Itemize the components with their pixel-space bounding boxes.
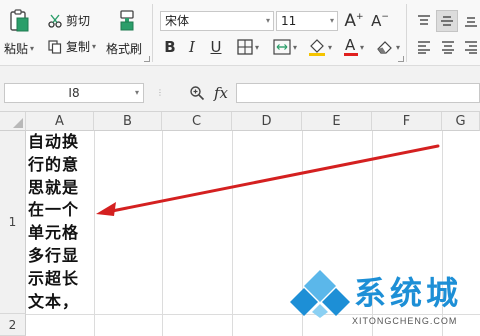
chevron-down-icon[interactable]: ▾ [396, 43, 400, 52]
italic-button[interactable]: I [182, 36, 202, 58]
align-center-icon [442, 41, 454, 54]
font-size-value: 11 [281, 14, 297, 28]
font-color-button[interactable]: A ▾ [338, 36, 370, 58]
fill-bucket-icon [308, 39, 325, 56]
align-middle-button[interactable] [436, 10, 458, 32]
column-header-a[interactable]: A [26, 112, 94, 131]
copy-label: 复制 [66, 40, 91, 54]
divider [152, 4, 153, 62]
align-left-button[interactable] [414, 36, 434, 58]
underline-button[interactable]: U [206, 36, 226, 58]
formula-bar: I8 ▾ ⋮ fx [0, 66, 480, 112]
chevron-down-icon[interactable]: ▾ [92, 42, 96, 51]
merge-cells-icon [273, 39, 291, 55]
decrease-font-icon: A [371, 12, 382, 30]
align-right-icon [465, 41, 477, 54]
row-header-1[interactable]: 1 [0, 131, 26, 314]
chevron-down-icon[interactable]: ▾ [293, 43, 297, 52]
underline-icon: U [210, 38, 222, 56]
gridline [232, 131, 233, 336]
italic-icon: I [189, 38, 195, 56]
copy-icon [48, 39, 62, 54]
font-dialog-launcher[interactable] [398, 56, 404, 62]
bold-icon: B [164, 38, 176, 56]
increase-font-button[interactable]: A + [344, 10, 364, 32]
align-top-icon [418, 15, 430, 25]
format-painter-label: 格式刷 [106, 42, 143, 56]
format-painter-icon-button[interactable] [114, 8, 140, 34]
clipboard-dialog-launcher[interactable] [144, 56, 150, 62]
column-header-b[interactable]: B [94, 112, 162, 131]
column-header-c[interactable]: C [162, 112, 232, 131]
column-header-f[interactable]: F [372, 112, 442, 131]
eraser-icon [377, 41, 392, 54]
borders-icon [237, 39, 253, 55]
fx-icon: fx [213, 84, 228, 102]
zoom-formula-button[interactable] [186, 82, 208, 104]
row-header-2[interactable]: 2 [0, 314, 26, 336]
chevron-down-icon[interactable]: ▾ [135, 84, 139, 102]
align-right-button[interactable] [462, 36, 480, 58]
select-all-icon [13, 118, 23, 128]
format-painter-icon [120, 10, 134, 31]
diamond-logo-icon [290, 270, 350, 318]
name-box-value: I8 [68, 86, 80, 100]
chevron-down-icon[interactable]: ▾ [266, 12, 270, 30]
cell-a1[interactable]: 自动换行的意思就是在一个单元格多行显示超长文本， [28, 131, 90, 313]
gridline [94, 131, 95, 336]
cut-button[interactable]: 剪切 [48, 12, 90, 29]
cut-label: 剪切 [66, 14, 91, 28]
clear-button[interactable]: ▾ [372, 36, 404, 58]
bold-button[interactable]: B [160, 36, 180, 58]
format-painter-button[interactable]: 格式刷 [106, 40, 142, 57]
ribbon-toolbar: 粘贴 ▾ 剪切 复制 ▾ 格式刷 宋体 ▾ 11 ▾ A + A − B I U… [0, 0, 480, 66]
align-middle-icon [441, 16, 453, 26]
name-box[interactable]: I8 ▾ [4, 83, 144, 103]
merge-cells-button[interactable]: ▾ [270, 36, 300, 58]
chevron-down-icon[interactable]: ▾ [328, 43, 332, 52]
column-header-g[interactable]: G [442, 112, 480, 131]
borders-button[interactable]: ▾ [232, 36, 264, 58]
font-name-value: 宋体 [165, 14, 190, 28]
divider [406, 4, 407, 62]
chevron-down-icon[interactable]: ▾ [255, 43, 259, 52]
align-bottom-button[interactable] [462, 10, 480, 32]
font-size-select[interactable]: 11 ▾ [276, 11, 338, 31]
paste-label: 粘贴 [4, 42, 29, 56]
chevron-down-icon[interactable]: ▾ [30, 44, 34, 53]
paste-label-wrap[interactable]: 粘贴 ▾ [4, 40, 34, 57]
insert-function-button[interactable]: fx [210, 82, 232, 104]
copy-button[interactable]: 复制 ▾ [48, 38, 96, 55]
paste-icon [10, 9, 29, 32]
font-name-select[interactable]: 宋体 ▾ [160, 11, 274, 31]
align-center-button[interactable] [438, 36, 458, 58]
decrease-font-button[interactable]: A − [370, 10, 390, 32]
paste-button[interactable] [6, 8, 32, 34]
font-color-icon: A [344, 36, 356, 54]
select-all-corner[interactable] [0, 112, 26, 131]
formula-input[interactable] [236, 83, 480, 103]
align-bottom-icon [465, 17, 477, 27]
column-header-d[interactable]: D [232, 112, 302, 131]
gridline [162, 131, 163, 336]
chevron-down-icon[interactable]: ▾ [330, 12, 334, 30]
watermark-url: XITONGCHENG.COM [352, 316, 458, 326]
increase-font-icon: A [344, 11, 357, 31]
align-top-button[interactable] [414, 10, 434, 32]
drag-handle-icon[interactable]: ⋮ [156, 88, 164, 97]
watermark-brand: 系统城 [354, 274, 463, 312]
magnifier-icon [190, 86, 205, 101]
watermark: 系统城 XITONGCHENG.COM [288, 264, 478, 334]
fill-color-button[interactable]: ▾ [304, 36, 336, 58]
scissors-icon [48, 14, 62, 28]
align-left-icon [418, 41, 430, 54]
chevron-down-icon[interactable]: ▾ [360, 43, 364, 52]
column-header-e[interactable]: E [302, 112, 372, 131]
